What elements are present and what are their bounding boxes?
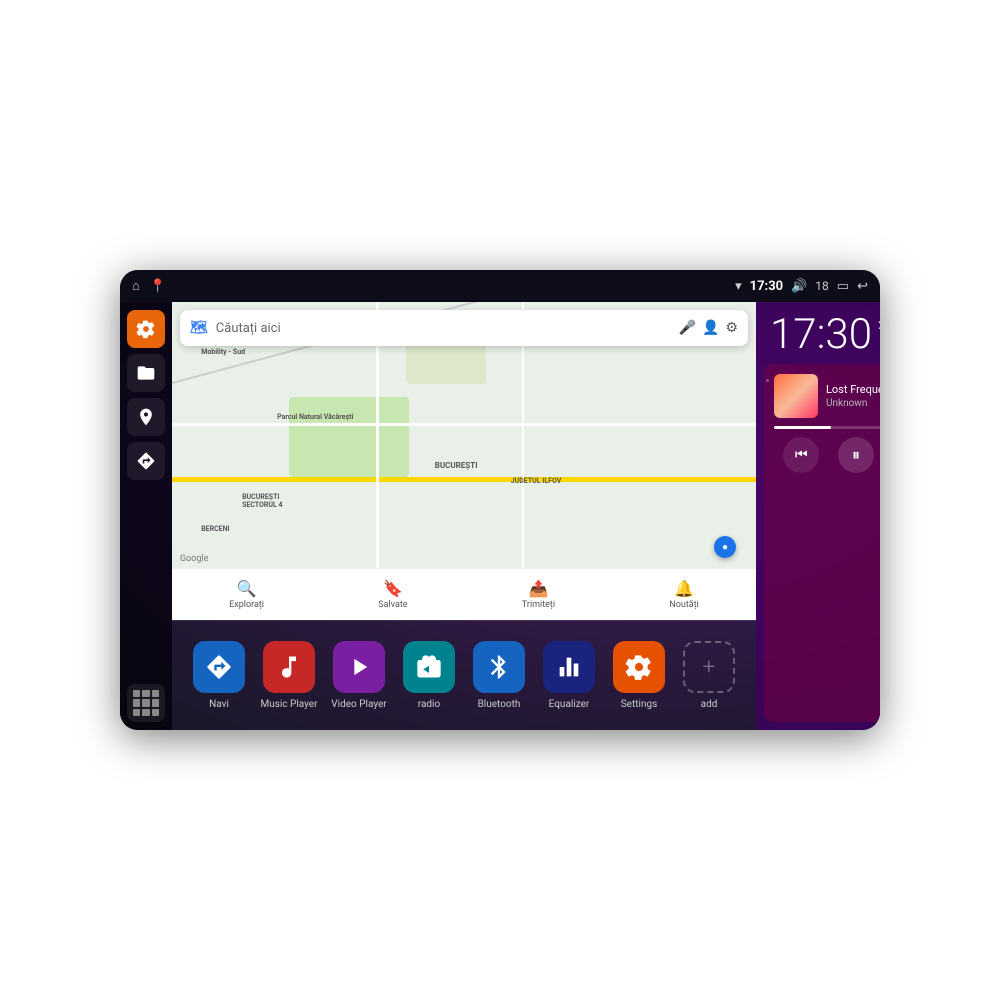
explore-label: Explorați — [229, 600, 264, 610]
share-label: Trimiteți — [522, 600, 555, 610]
date-value: 2023/12/12 — [878, 318, 880, 332]
music-progress-fill — [774, 426, 831, 429]
sidebar-item-settings[interactable] — [127, 310, 165, 348]
clock-date: 2023/12/12 Tuesday — [878, 318, 880, 345]
music-thumbnail — [774, 374, 818, 418]
sidebar-item-navigation[interactable] — [127, 442, 165, 480]
sidebar-item-location[interactable] — [127, 398, 165, 436]
news-icon: 🔔 — [674, 579, 694, 598]
dock-navi[interactable]: Navi — [184, 641, 254, 710]
right-panel: 17:30 2023/12/12 Tuesday Lost Frequencie… — [756, 302, 880, 730]
dock-radio[interactable]: radio — [394, 641, 464, 710]
equalizer-icon — [543, 641, 595, 693]
map-search-bar[interactable]: 🗺 Căutați aici 🎤 👤 ⚙ — [180, 310, 748, 346]
music-text: Lost Frequencies_Janie... Unknown — [826, 383, 880, 409]
back-icon[interactable]: ↩ — [857, 279, 868, 294]
settings-icon — [613, 641, 665, 693]
map-nav-saved[interactable]: 🔖 Salvate — [378, 579, 407, 610]
prev-button[interactable]: ⏮ — [783, 437, 819, 473]
sidebar — [120, 302, 172, 730]
navi-label: Navi — [209, 699, 229, 710]
clock-time: 17:30 — [770, 314, 872, 356]
radio-icon — [403, 641, 455, 693]
dock-settings[interactable]: Settings — [604, 641, 674, 710]
saved-label: Salvate — [378, 600, 407, 610]
date-day: Tuesday — [878, 332, 880, 345]
google-maps-logo: 🗺 — [190, 320, 208, 336]
status-time: 17:30 — [750, 279, 784, 294]
home-icon[interactable]: ⌂ — [132, 278, 140, 294]
music-progress-bar[interactable] — [774, 426, 880, 429]
music-player-widget: Lost Frequencies_Janie... Unknown ⏮ ⏸ ⏭ — [764, 364, 880, 722]
music-controls: ⏮ ⏸ ⏭ — [774, 437, 880, 473]
music-info: Lost Frequencies_Janie... Unknown — [774, 374, 880, 418]
map-nav-explore[interactable]: 🔍 Explorați — [229, 579, 264, 610]
dock-add[interactable]: + add — [674, 641, 744, 710]
wifi-icon: ▾ — [735, 279, 742, 294]
bluetooth-label: Bluetooth — [478, 699, 521, 710]
video-player-icon — [333, 641, 385, 693]
mic-icon[interactable]: 🎤 — [679, 320, 696, 336]
main-content: AXIS PremiumMobility - Sud Pizza & Baker… — [120, 302, 880, 730]
news-label: Noutăți — [669, 600, 699, 610]
radio-label: radio — [418, 699, 440, 710]
bluetooth-icon — [473, 641, 525, 693]
maps-shortcut-icon[interactable]: 📍 — [150, 279, 166, 294]
sidebar-item-apps-grid[interactable] — [127, 684, 165, 722]
car-display: ⌂ 📍 ▾ 17:30 🔊 18 ▭ ↩ — [120, 270, 880, 730]
clock-section: 17:30 2023/12/12 Tuesday — [756, 302, 880, 364]
share-icon: 📤 — [529, 579, 549, 598]
dock-music-player[interactable]: Music Player — [254, 641, 324, 710]
dock-bluetooth[interactable]: Bluetooth — [464, 641, 534, 710]
navi-icon — [193, 641, 245, 693]
map-search-text[interactable]: Căutați aici — [216, 321, 671, 336]
battery-number: 18 — [815, 279, 829, 293]
video-player-label: Video Player — [331, 699, 386, 710]
map-panel[interactable]: AXIS PremiumMobility - Sud Pizza & Baker… — [172, 302, 756, 620]
explore-icon: 🔍 — [237, 579, 257, 598]
add-icon: + — [683, 641, 735, 693]
status-bar: ⌂ 📍 ▾ 17:30 🔊 18 ▭ ↩ — [120, 270, 880, 302]
map-nav-share[interactable]: 📤 Trimiteți — [522, 579, 555, 610]
status-right: ▾ 17:30 🔊 18 ▭ ↩ — [735, 279, 868, 294]
map-settings-icon[interactable]: ⚙ — [725, 320, 738, 336]
volume-icon: 🔊 — [791, 279, 807, 294]
account-icon[interactable]: 👤 — [702, 320, 719, 336]
saved-icon: 🔖 — [383, 579, 403, 598]
map-search-actions: 🎤 👤 ⚙ — [679, 320, 738, 336]
music-artist: Unknown — [826, 398, 880, 409]
status-left: ⌂ 📍 — [132, 278, 166, 294]
music-player-label: Music Player — [260, 699, 317, 710]
battery-icon: ▭ — [837, 279, 849, 294]
dock-equalizer[interactable]: Equalizer — [534, 641, 604, 710]
equalizer-label: Equalizer — [549, 699, 590, 710]
dock-video-player[interactable]: Video Player — [324, 641, 394, 710]
center-area: AXIS PremiumMobility - Sud Pizza & Baker… — [172, 302, 756, 730]
pause-button[interactable]: ⏸ — [838, 437, 874, 473]
bottom-dock: Navi Music Player Video Player — [172, 620, 756, 730]
music-player-icon — [263, 641, 315, 693]
music-title: Lost Frequencies_Janie... — [826, 383, 880, 396]
map-bottom-nav: 🔍 Explorați 🔖 Salvate 📤 Trimiteți 🔔 Nout… — [172, 568, 756, 620]
settings-label: Settings — [621, 699, 658, 710]
add-label: add — [701, 699, 718, 710]
sidebar-item-files[interactable] — [127, 354, 165, 392]
map-nav-news[interactable]: 🔔 Noutăți — [669, 579, 699, 610]
